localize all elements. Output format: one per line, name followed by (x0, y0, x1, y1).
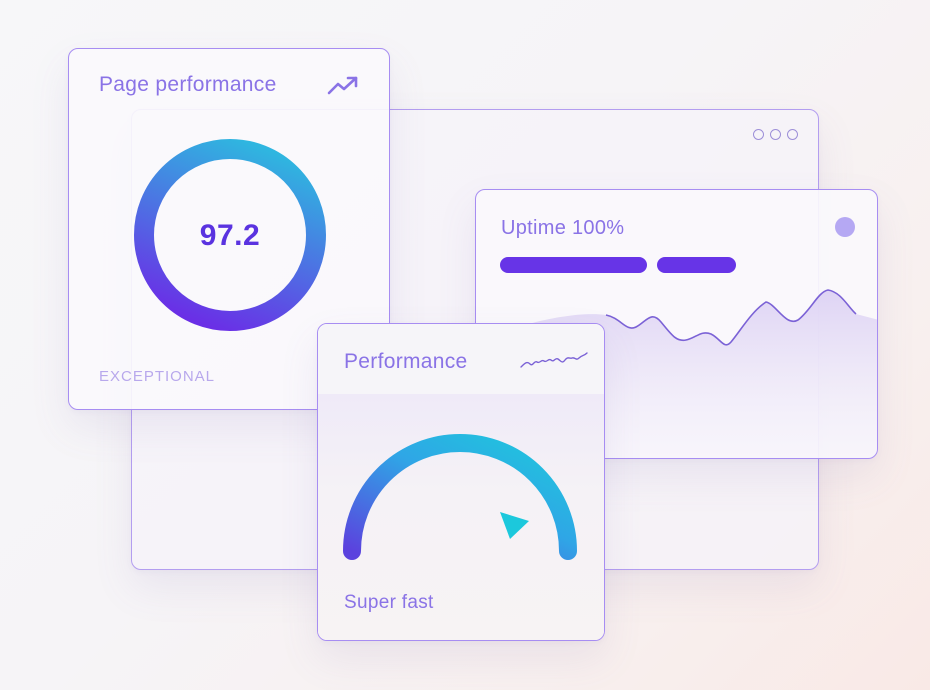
speed-label: Super fast (344, 592, 434, 613)
rating-label: EXCEPTIONAL (99, 368, 216, 385)
page-performance-title: Page performance (99, 73, 277, 96)
trending-up-icon (327, 76, 358, 95)
window-control-circle-icon[interactable] (770, 129, 781, 140)
performance-title: Performance (344, 350, 468, 373)
window-control-circle-icon[interactable] (787, 129, 798, 140)
status-dot-icon (835, 217, 855, 237)
squiggle-line-icon (520, 352, 588, 368)
performance-score: 97.2 (199, 219, 261, 252)
speed-gauge (343, 434, 577, 560)
window-controls (753, 129, 798, 140)
window-control-circle-icon[interactable] (753, 129, 764, 140)
uptime-bar-secondary (657, 257, 736, 273)
gauge-arc (343, 434, 577, 560)
gauge-pointer-icon (500, 512, 529, 539)
uptime-bar-primary (500, 257, 647, 273)
speed-card: Performance Super fast (317, 323, 605, 641)
uptime-title: Uptime 100% (501, 217, 625, 239)
